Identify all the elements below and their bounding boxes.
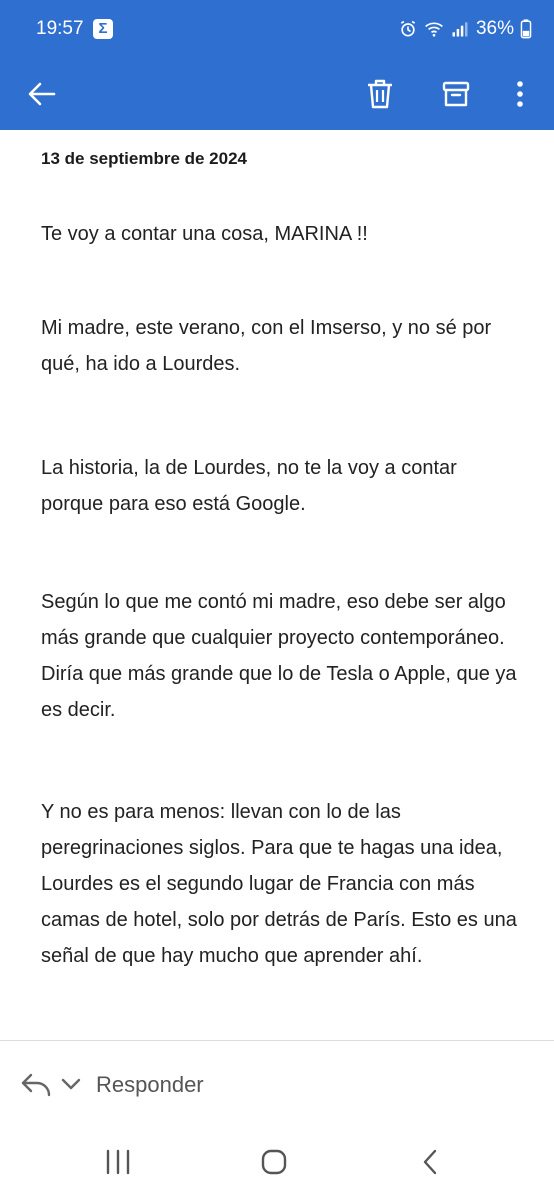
archive-icon — [442, 81, 470, 107]
signal-icon — [452, 22, 468, 37]
system-navigation-bar — [0, 1128, 554, 1200]
recents-button[interactable] — [88, 1142, 148, 1182]
alarm-icon — [400, 20, 416, 37]
email-paragraph: Te voy a contar una cosa, MARINA !! — [41, 223, 368, 245]
delete-button[interactable] — [356, 70, 404, 118]
email-toolbar — [0, 58, 554, 130]
home-button[interactable] — [244, 1142, 304, 1182]
email-content[interactable]: 13 de septiembre de 2024 Te voy a contar… — [0, 130, 554, 1040]
home-icon — [261, 1149, 287, 1175]
wifi-icon — [425, 22, 443, 37]
email-paragraph: Y no es para menos: llevan con lo de las… — [41, 801, 517, 967]
more-options-button[interactable] — [496, 70, 544, 118]
email-paragraph: Según lo que me contó mi madre, eso debe… — [41, 591, 517, 721]
nav-back-icon — [423, 1149, 437, 1175]
reply-bar[interactable]: Responder — [0, 1040, 554, 1128]
battery-icon — [520, 19, 532, 39]
back-button[interactable] — [18, 70, 66, 118]
status-time: 19:57 — [36, 18, 84, 39]
archive-button[interactable] — [432, 70, 480, 118]
reply-button[interactable]: Responder — [96, 1072, 204, 1098]
notification-app-icon: Σ — [93, 19, 113, 39]
system-back-button[interactable] — [400, 1142, 460, 1182]
status-bar: 19:57 Σ 36% — [0, 0, 554, 58]
chevron-down-icon[interactable] — [60, 1074, 82, 1094]
trash-icon — [368, 79, 392, 109]
more-vertical-icon — [517, 81, 523, 107]
reply-icon[interactable] — [20, 1071, 52, 1097]
battery-percentage: 36% — [475, 18, 514, 39]
email-date: 13 de septiembre de 2024 — [41, 149, 248, 168]
email-paragraph: Mi madre, este verano, con el Imserso, y… — [41, 317, 492, 375]
status-indicators: 36% — [398, 16, 532, 42]
email-body: Te voy a contar una cosa, MARINA !! Mi m… — [41, 216, 521, 1032]
email-paragraph: La historia, la de Lourdes, no te la voy… — [41, 457, 457, 515]
recents-icon — [106, 1149, 130, 1175]
back-arrow-icon — [28, 82, 56, 106]
